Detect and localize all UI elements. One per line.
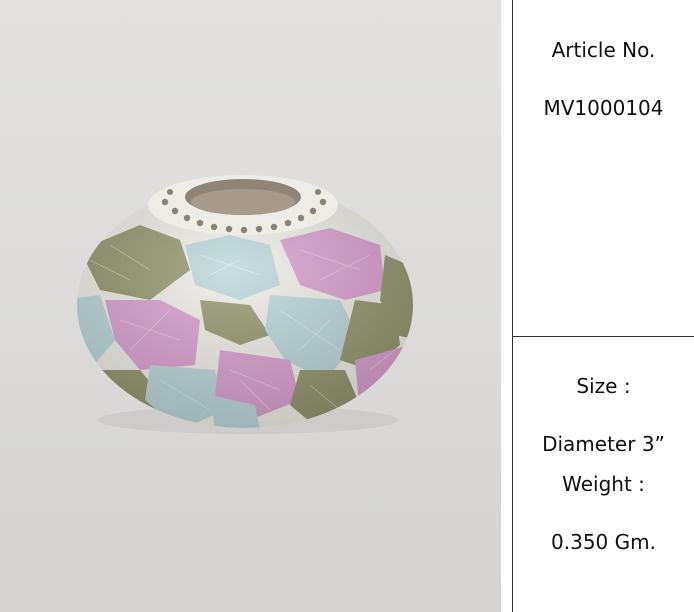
size-label: Size : bbox=[576, 374, 631, 398]
weight-value: 0.350 Gm. bbox=[551, 530, 656, 554]
spec-table: Article No. MV1000104 Size : Diameter 3”… bbox=[512, 0, 694, 612]
product-photo bbox=[0, 0, 501, 612]
size-value: Diameter 3” bbox=[542, 432, 665, 456]
weight-label: Weight : bbox=[562, 472, 645, 496]
article-value: MV1000104 bbox=[543, 96, 664, 120]
mosaic-candle-holder-image bbox=[77, 175, 413, 434]
article-label: Article No. bbox=[551, 38, 656, 62]
table-divider bbox=[513, 336, 694, 337]
separator-space bbox=[501, 0, 512, 612]
